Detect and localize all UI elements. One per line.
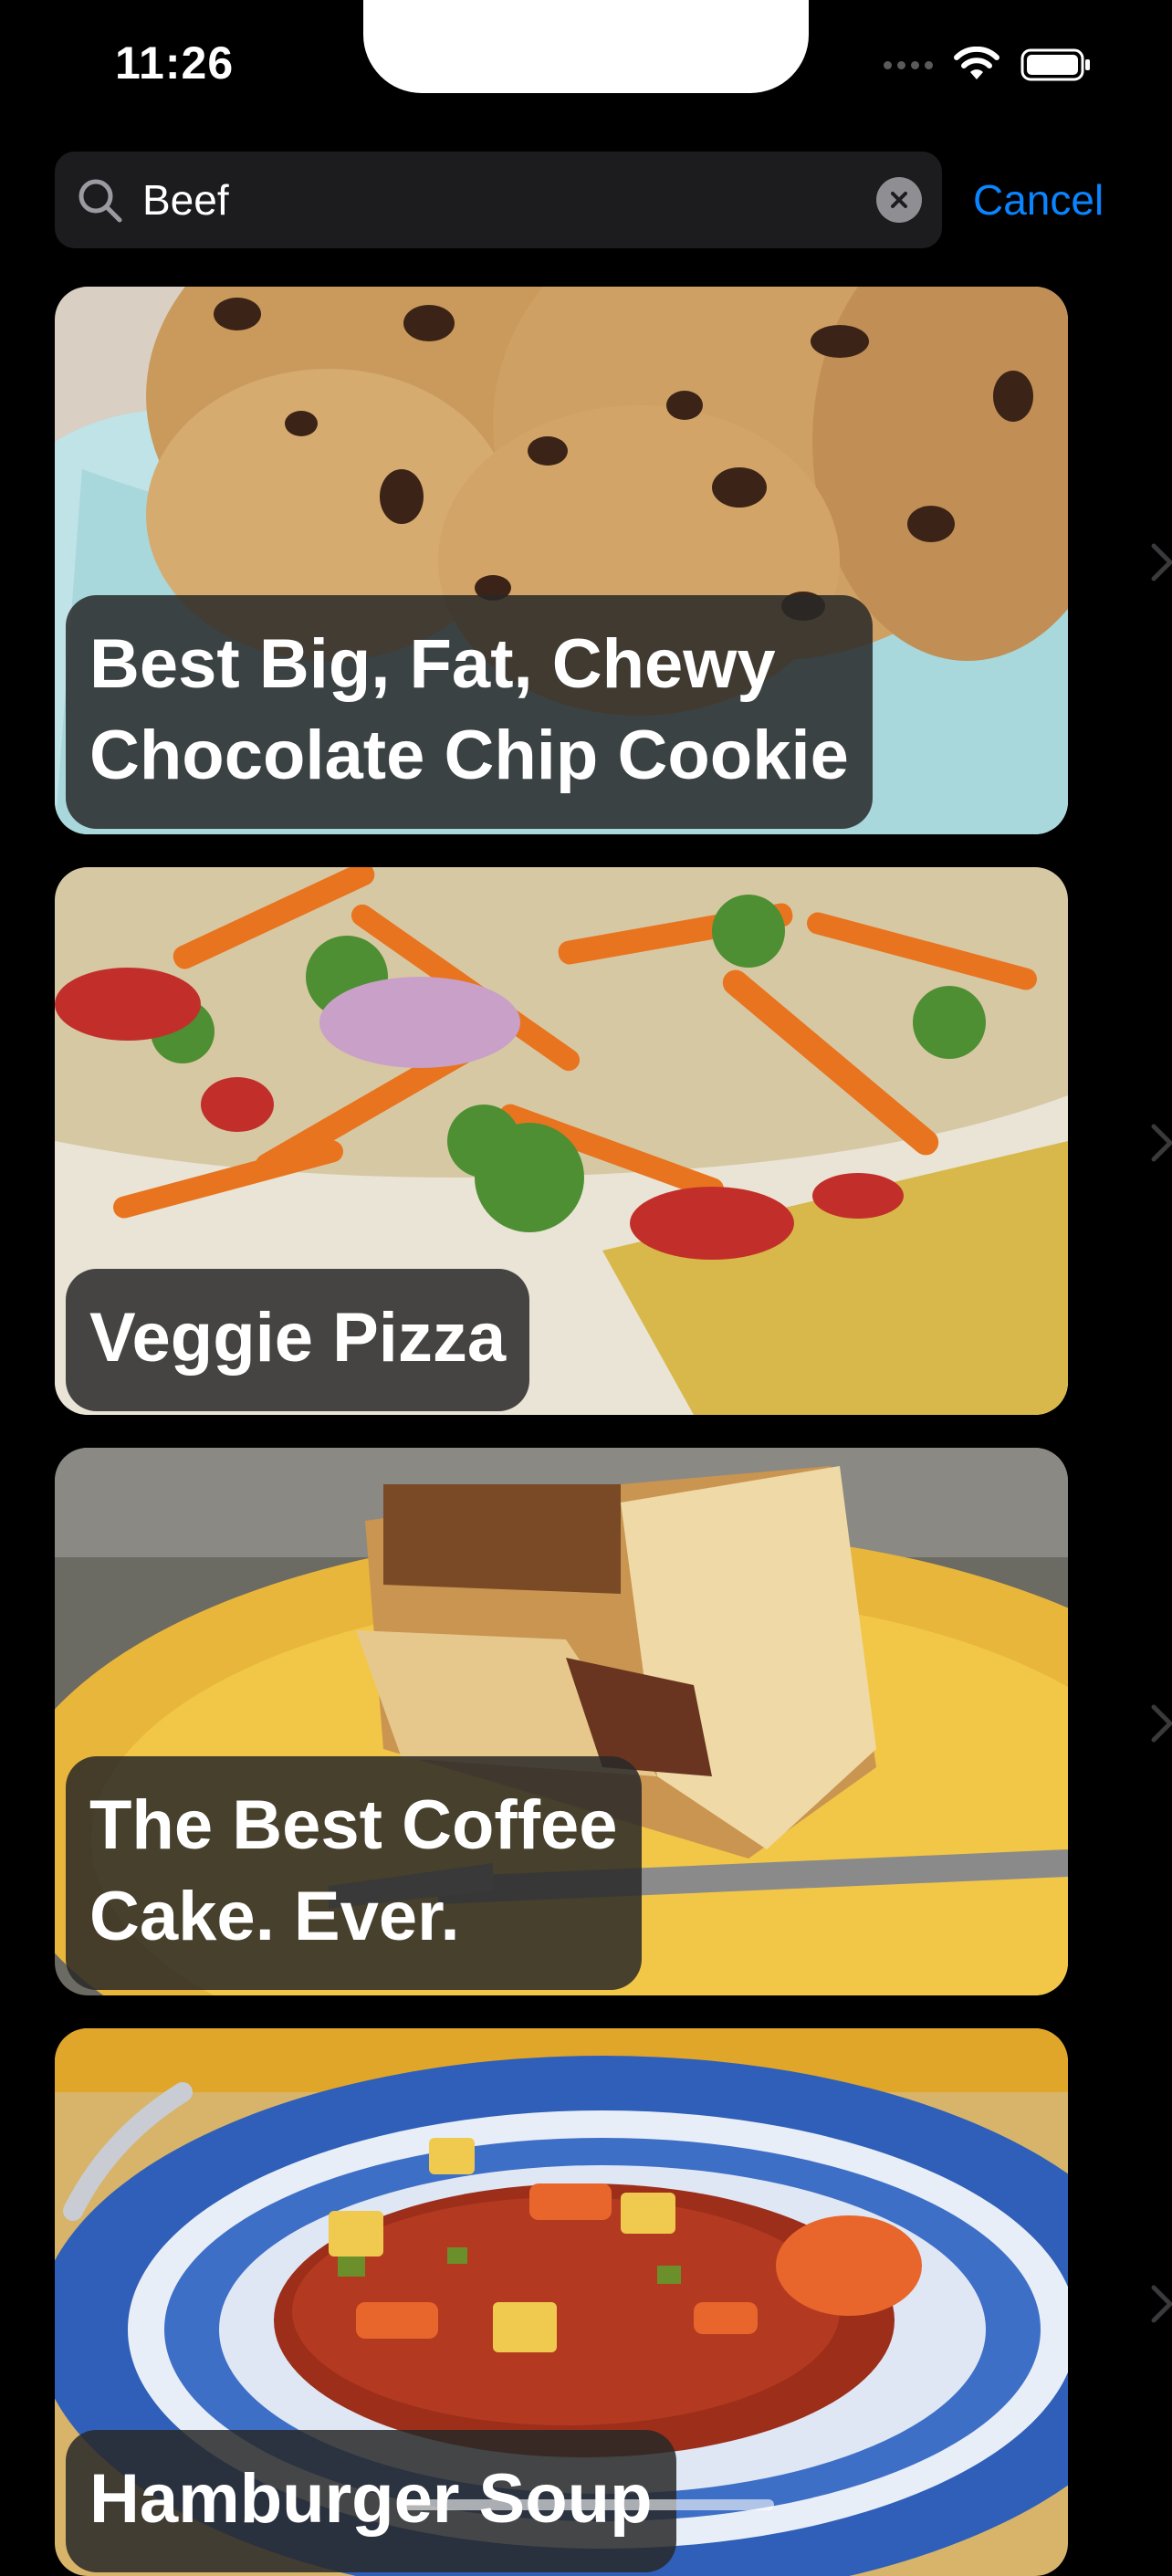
device-notch xyxy=(363,0,809,93)
recipe-title-badge: Best Big, Fat, Chewy Chocolate Chip Cook… xyxy=(66,595,873,829)
cellular-signal-icon xyxy=(884,60,933,69)
wifi-icon xyxy=(954,47,999,79)
recipe-title: The Best Coffee Cake. Ever. xyxy=(89,1786,618,1955)
cancel-button[interactable]: Cancel xyxy=(973,168,1104,232)
search-row: Cancel xyxy=(55,152,1123,250)
recipe-card[interactable]: The Best Coffee Cake. Ever. xyxy=(55,1448,1068,1995)
search-input[interactable] xyxy=(142,172,891,228)
chevron-right-icon xyxy=(1151,2285,1172,2323)
recipe-card[interactable]: Hamburger Soup xyxy=(55,2028,1068,2576)
recipe-card[interactable]: Best Big, Fat, Chewy Chocolate Chip Cook… xyxy=(55,287,1068,834)
chevron-right-icon xyxy=(1151,543,1172,581)
recipe-title: Best Big, Fat, Chewy Chocolate Chip Cook… xyxy=(89,625,849,794)
status-bar: 11:26 xyxy=(0,0,1172,137)
chevron-right-icon xyxy=(1151,1124,1172,1162)
battery-icon xyxy=(1020,48,1090,81)
search-field[interactable] xyxy=(55,152,942,248)
chevron-right-icon xyxy=(1151,1704,1172,1743)
search-icon xyxy=(78,179,122,223)
clear-search-button[interactable] xyxy=(876,177,922,223)
home-indicator xyxy=(398,2499,774,2510)
status-time: 11:26 xyxy=(115,37,235,89)
close-icon xyxy=(891,192,907,208)
recipe-title-badge: The Best Coffee Cake. Ever. xyxy=(66,1756,642,1990)
recipe-card[interactable]: Veggie Pizza xyxy=(55,867,1068,1415)
recipe-title-badge: Veggie Pizza xyxy=(66,1269,530,1411)
status-icons xyxy=(884,42,1094,88)
recipe-title: Veggie Pizza xyxy=(89,1299,507,1377)
